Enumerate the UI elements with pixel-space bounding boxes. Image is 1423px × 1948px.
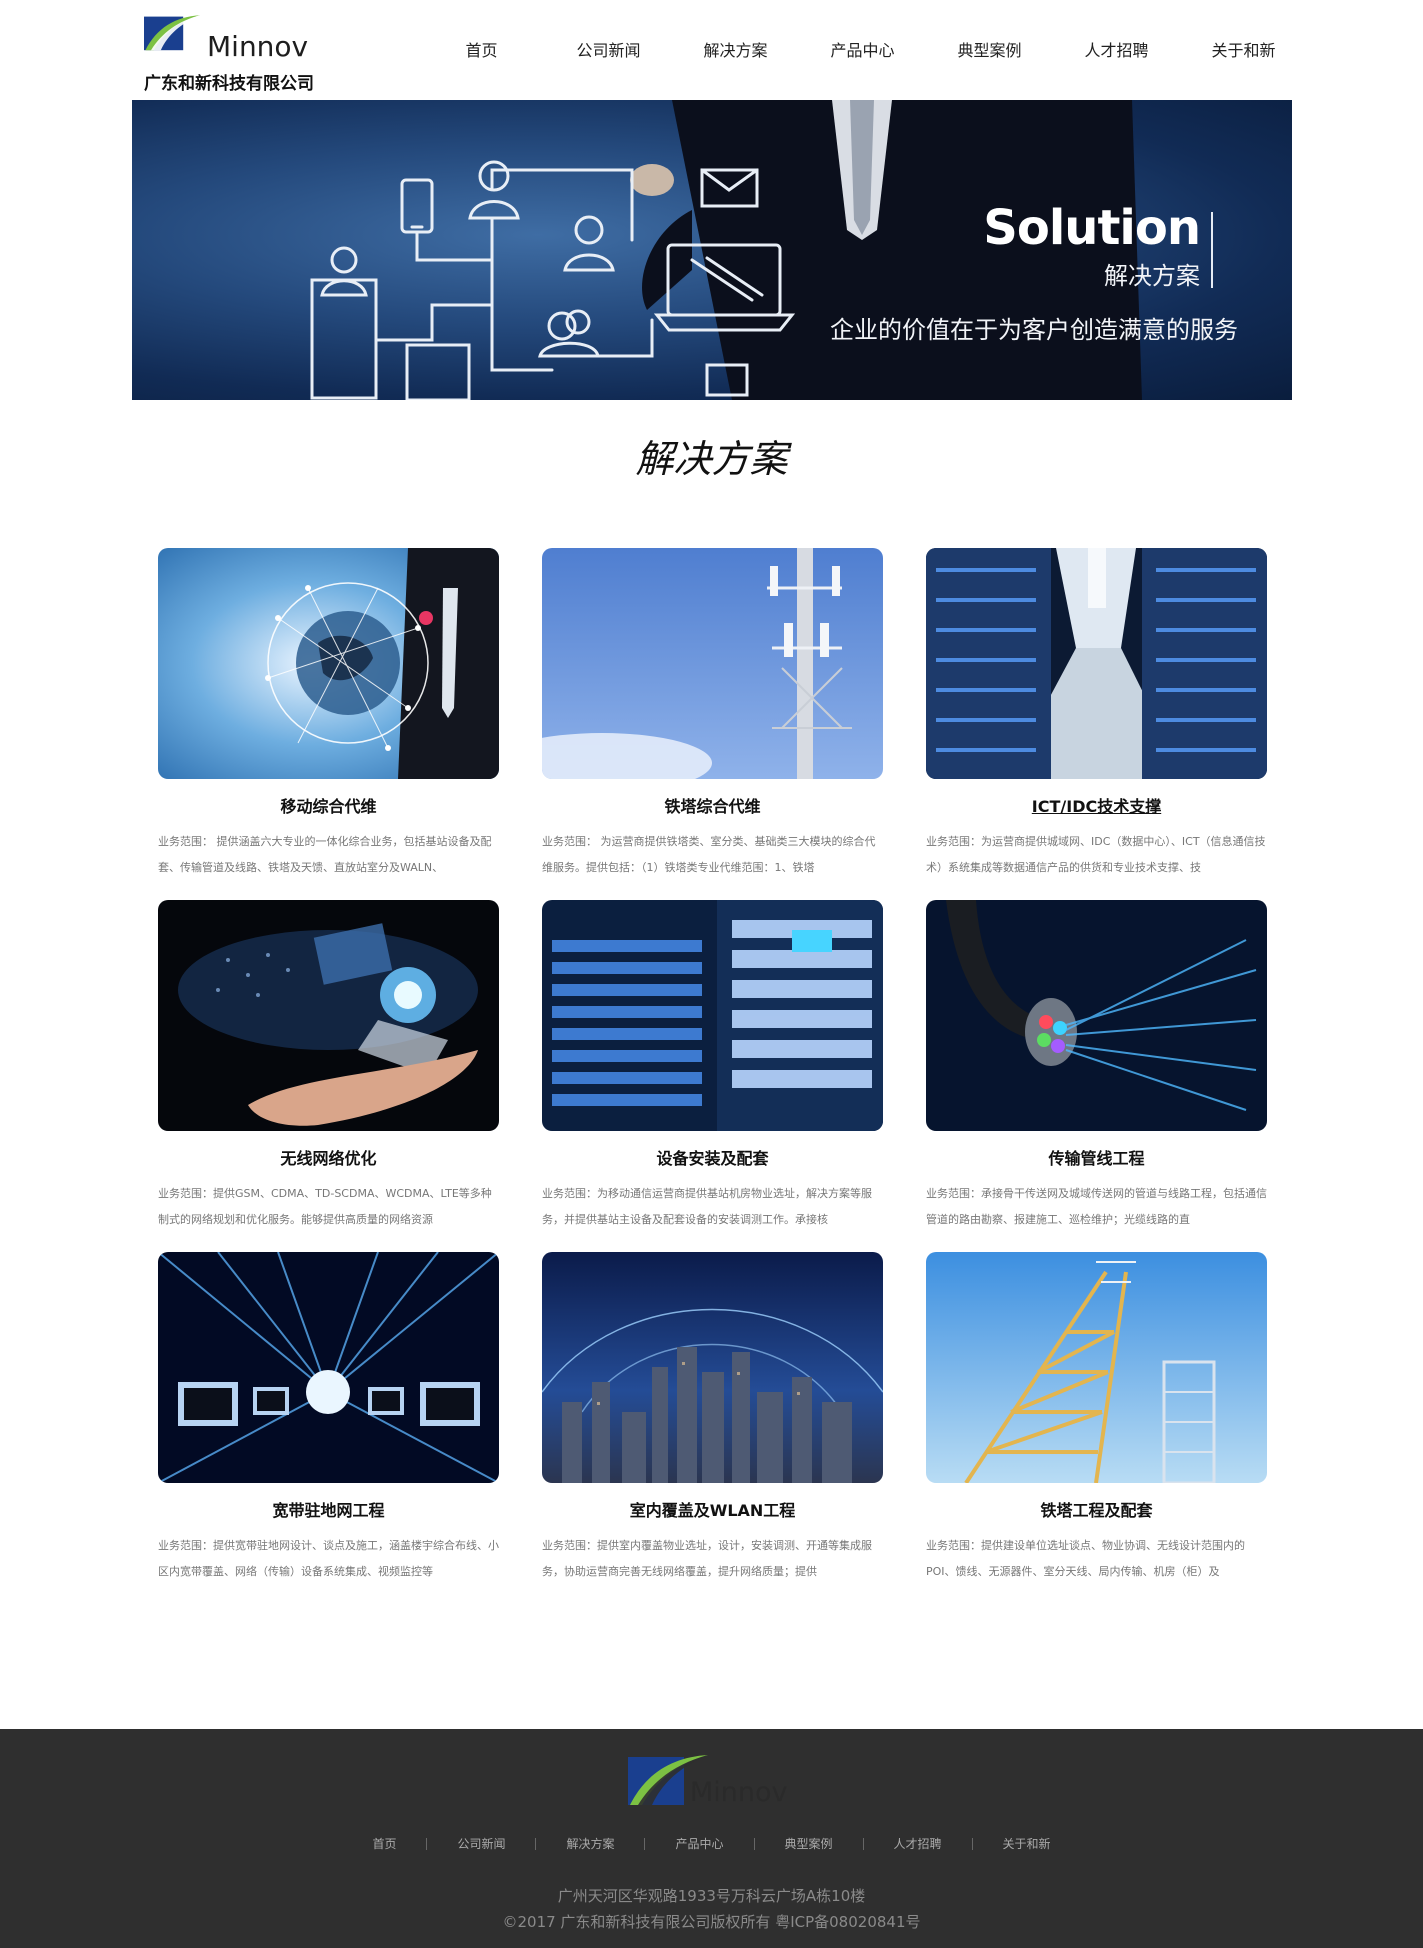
banner-title: Solution — [983, 200, 1201, 256]
card-description: 业务范围：为移动通信运营商提供基站机房物业选址，解决方案等服务，并提供基站主设备… — [542, 1187, 872, 1226]
card-title[interactable]: 移动综合代维 — [158, 793, 499, 816]
card-image-city-skyline[interactable] — [542, 1252, 883, 1483]
footer-logo-wordmark: Minnov — [690, 1777, 788, 1808]
footer-logo[interactable]: Minnov — [628, 1753, 798, 1809]
card-title[interactable]: 室内覆盖及WLAN工程 — [542, 1497, 883, 1520]
section-title: 解决方案 — [635, 437, 788, 481]
solution-card-wireless-optimization[interactable]: 无线网络优化 业务范围：提供GSM、CDMA、TD-SCDMA、WCDMA、LT… — [158, 900, 499, 1233]
card-description: 业务范围： 为运营商提供铁塔类、室分类、基础类三大模块的综合代维服务。提供包括：… — [542, 835, 876, 874]
card-description: 业务范围： 提供涵盖六大专业的一体化综合业务，包括基站设备及配套、传输管道及线路… — [158, 835, 492, 874]
card-image-globe-network[interactable] — [158, 548, 499, 779]
solution-card-indoor-wlan[interactable]: 室内覆盖及WLAN工程 业务范围：提供室内覆盖物业选址，设计，安装调测、开通等集… — [542, 1252, 883, 1585]
footer-nav-careers[interactable]: 人才招聘 — [864, 1835, 972, 1852]
card-image-datacenter[interactable] — [926, 548, 1267, 779]
footer-nav-products[interactable]: 产品中心 — [645, 1835, 753, 1852]
card-description: 业务范围：承接骨干传送网及城域传送网的管道与线路工程，包括通信管道的路由勘察、报… — [926, 1187, 1267, 1226]
card-description: 业务范围：提供建设单位选址谈点、物业协调、无线设计范围内的POI、馈线、无源器件… — [926, 1539, 1245, 1578]
footer-nav-news[interactable]: 公司新闻 — [427, 1835, 535, 1852]
banner-slogan: 企业的价值在于为客户创造满意的服务 — [830, 316, 1238, 344]
card-title[interactable]: 宽带驻地网工程 — [158, 1497, 499, 1520]
company-name: 广东和新科技有限公司 — [144, 74, 314, 94]
footer-nav-cases[interactable]: 典型案例 — [755, 1835, 863, 1852]
solution-card-mobile-maintenance[interactable]: 移动综合代维 业务范围： 提供涵盖六大专业的一体化综合业务，包括基站设备及配套、… — [158, 548, 499, 881]
site-header: Minnov 广东和新科技有限公司 首页 公司新闻 解决方案 产品中心 典型案例… — [0, 0, 1423, 100]
card-description: 业务范围：提供GSM、CDMA、TD-SCDMA、WCDMA、LTE等多种制式的… — [158, 1187, 492, 1226]
footer-nav-solutions[interactable]: 解决方案 — [536, 1835, 644, 1852]
nav-home[interactable]: 首页 — [418, 36, 545, 66]
card-title[interactable]: 传输管线工程 — [926, 1145, 1267, 1168]
card-title[interactable]: 无线网络优化 — [158, 1145, 499, 1168]
solution-card-ict-idc[interactable]: ICT/IDC技术支撑 业务范围：为运营商提供城域网、IDC（数据中心）、ICT… — [926, 548, 1267, 881]
nav-solutions[interactable]: 解决方案 — [672, 36, 799, 66]
banner-subtitle: 解决方案 — [1104, 262, 1200, 290]
footer-copyright: ©2017 广东和新科技有限公司版权所有 粤ICP备08020841号 — [502, 1913, 921, 1931]
card-image-steel-tower[interactable] — [926, 1252, 1267, 1483]
card-image-cell-tower[interactable] — [542, 548, 883, 779]
site-footer: Minnov 首页 公司新闻 解决方案 产品中心 典型案例 人才招聘 关于和新 … — [0, 1729, 1423, 1948]
solution-card-tower-construction[interactable]: 铁塔工程及配套 业务范围：提供建设单位选址谈点、物业协调、无线设计范围内的POI… — [926, 1252, 1267, 1585]
solution-card-equipment-installation[interactable]: 设备安装及配套 业务范围：为移动通信运营商提供基站机房物业选址，解决方案等服务，… — [542, 900, 883, 1233]
site-logo[interactable]: Minnov 广东和新科技有限公司 — [144, 6, 344, 94]
card-image-data-tunnel[interactable] — [158, 1252, 499, 1483]
nav-cases[interactable]: 典型案例 — [926, 36, 1053, 66]
solution-card-tower-maintenance[interactable]: 铁塔综合代维 业务范围： 为运营商提供铁塔类、室分类、基础类三大模块的综合代维服… — [542, 548, 883, 881]
card-title[interactable]: 铁塔综合代维 — [542, 793, 883, 816]
card-image-fiber-cable[interactable] — [926, 900, 1267, 1131]
nav-products[interactable]: 产品中心 — [799, 36, 926, 66]
card-description: 业务范围：提供室内覆盖物业选址，设计，安装调测、开通等集成服务，协助运营商完善无… — [542, 1539, 872, 1578]
nav-about[interactable]: 关于和新 — [1180, 36, 1307, 66]
solution-card-broadband-network[interactable]: 宽带驻地网工程 业务范围：提供宽带驻地网设计、谈点及施工，涵盖楼宇综合布线、小区… — [158, 1252, 499, 1585]
card-description: 业务范围：提供宽带驻地网设计、谈点及施工，涵盖楼宇综合布线、小区内宽带覆盖、网络… — [158, 1539, 499, 1578]
main-nav: 首页 公司新闻 解决方案 产品中心 典型案例 人才招聘 关于和新 — [418, 36, 1307, 66]
solution-card-transmission-lines[interactable]: 传输管线工程 业务范围：承接骨干传送网及城域传送网的管道与线路工程，包括通信管道… — [926, 900, 1267, 1233]
card-title[interactable]: ICT/IDC技术支撑 — [926, 793, 1267, 816]
nav-news[interactable]: 公司新闻 — [545, 36, 672, 66]
footer-nav-about[interactable]: 关于和新 — [973, 1835, 1081, 1852]
nav-careers[interactable]: 人才招聘 — [1053, 36, 1180, 66]
footer-nav-home[interactable]: 首页 — [342, 1835, 426, 1852]
minnov-logo-icon — [144, 15, 200, 51]
card-title[interactable]: 设备安装及配套 — [542, 1145, 883, 1168]
footer-nav: 首页 公司新闻 解决方案 产品中心 典型案例 人才招聘 关于和新 — [320, 1835, 1103, 1852]
logo-wordmark: Minnov — [207, 30, 309, 63]
card-image-hand-hologram[interactable] — [158, 900, 499, 1131]
footer-address: 广州天河区华观路1933号万科云广场A栋10楼 — [557, 1887, 866, 1905]
card-image-server-rack[interactable] — [542, 900, 883, 1131]
card-title[interactable]: 铁塔工程及配套 — [926, 1497, 1267, 1520]
hero-banner: Solution 解决方案 企业的价值在于为客户创造满意的服务 — [132, 100, 1292, 400]
card-description: 业务范围：为运营商提供城域网、IDC（数据中心）、ICT（信息通信技术）系统集成… — [926, 835, 1266, 874]
